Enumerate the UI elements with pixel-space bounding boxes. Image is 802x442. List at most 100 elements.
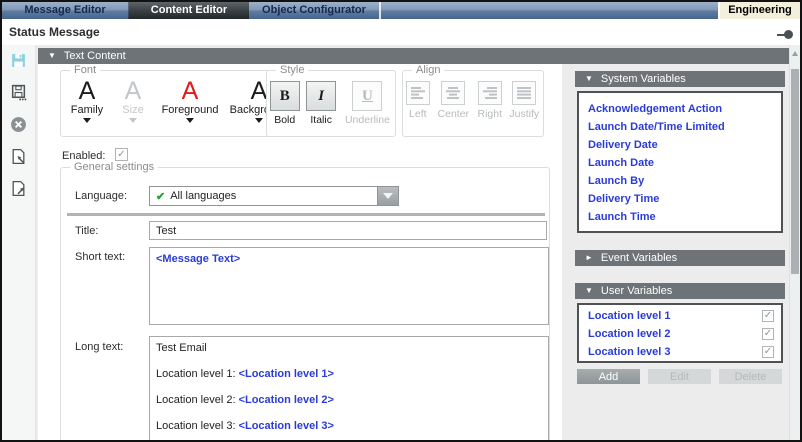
- align-left-icon: [411, 87, 425, 99]
- add-button[interactable]: Add: [577, 369, 640, 384]
- enabled-checkbox[interactable]: ✓: [115, 148, 128, 161]
- tab-object-configurator[interactable]: Object Configurator: [249, 2, 379, 19]
- short-text-area[interactable]: <Message Text>: [149, 247, 549, 325]
- short-text-label: Short text:: [75, 251, 125, 263]
- chevron-down-icon: [186, 118, 194, 123]
- export-button[interactable]: [10, 179, 28, 197]
- edit-button: Edit: [648, 369, 711, 384]
- system-variable-item[interactable]: Launch Time: [588, 208, 781, 226]
- font-family-button[interactable]: A Family: [61, 79, 113, 123]
- user-variables-header[interactable]: ▼ User Variables: [575, 283, 785, 299]
- editor-area: Font A Family A Size A Foreground: [38, 64, 562, 440]
- italic-icon[interactable]: I: [306, 81, 336, 111]
- system-variable-item[interactable]: Delivery Date: [588, 136, 781, 154]
- text-content-header[interactable]: ▼ Text Content: [38, 48, 789, 64]
- text-content-title: Text Content: [64, 50, 126, 62]
- style-group: Style B Bold I Italic U Underline: [266, 70, 396, 137]
- user-variables-title: User Variables: [601, 285, 672, 297]
- content-editor-window: Message Editor Content Editor Object Con…: [0, 0, 802, 442]
- user-variable-row: Location level 1 ✓: [579, 307, 781, 325]
- scrollbar-thumb[interactable]: [791, 69, 799, 274]
- title-label: Title:: [75, 225, 98, 237]
- system-variable-item[interactable]: Launch Date/Time Limited: [588, 118, 781, 136]
- system-variable-item[interactable]: Launch Date: [588, 154, 781, 172]
- user-variable-label[interactable]: Location level 1: [588, 307, 762, 325]
- left-tool-rail: [2, 45, 36, 440]
- cancel-button[interactable]: [10, 115, 28, 133]
- expand-triangle-icon: ►: [585, 254, 593, 262]
- green-check-icon: ✔: [156, 190, 165, 203]
- export-icon: [10, 180, 27, 197]
- user-variable-label[interactable]: Location level 2: [588, 325, 762, 343]
- import-button[interactable]: [10, 147, 28, 165]
- font-family-glyph: A: [79, 79, 96, 104]
- system-variables-header[interactable]: ▼ System Variables: [575, 71, 785, 87]
- check-icon: ✓: [764, 311, 772, 321]
- align-group-label: Align: [412, 64, 444, 77]
- user-variables-buttons: Add Edit Delete: [577, 369, 782, 384]
- long-text-line: Location level 1: <Location level 1>: [156, 368, 542, 381]
- font-size-glyph: A: [125, 79, 142, 104]
- language-dropdown[interactable]: ✔ All languages: [149, 186, 399, 206]
- variables-panel: ▼ System Variables Acknowledgement Actio…: [575, 64, 789, 440]
- user-variable-checkbox[interactable]: ✓: [762, 328, 774, 340]
- language-dropdown-button[interactable]: [377, 187, 398, 205]
- tab-content-editor[interactable]: Content Editor: [129, 2, 249, 19]
- status-row: Status Message: [2, 19, 800, 45]
- user-variable-checkbox[interactable]: ✓: [762, 346, 774, 358]
- title-input[interactable]: Test: [149, 221, 547, 240]
- user-variables-list: Location level 1 ✓ Location level 2 ✓ Lo…: [577, 303, 783, 363]
- font-family-label: Family: [71, 104, 103, 116]
- import-icon: [10, 148, 27, 165]
- align-left-label: Left: [409, 108, 427, 120]
- align-right-icon: [483, 87, 497, 99]
- long-text-area[interactable]: Test Email Location level 1: <Location l…: [149, 336, 549, 440]
- save-as-button[interactable]: [10, 83, 28, 101]
- event-variables-title: Event Variables: [601, 252, 677, 264]
- event-variables-header[interactable]: ► Event Variables: [575, 250, 785, 266]
- location-level-2-placeholder[interactable]: <Location level 2>: [239, 394, 334, 406]
- underline-button: U Underline: [340, 81, 395, 126]
- font-foreground-button[interactable]: A Foreground: [153, 79, 227, 123]
- bold-label: Bold: [274, 114, 295, 126]
- tab-engineering[interactable]: Engineering: [718, 2, 800, 19]
- location-level-1-placeholder[interactable]: <Location level 1>: [239, 368, 334, 380]
- italic-label: Italic: [310, 114, 332, 126]
- check-icon: ✓: [117, 150, 125, 160]
- underline-label: Underline: [345, 114, 390, 126]
- general-settings-label: General settings: [70, 161, 158, 174]
- align-left-button: Left: [403, 81, 433, 120]
- dropdown-arrow-icon: [383, 193, 393, 199]
- long-text-line: Location level 3: <Location level 3>: [156, 420, 542, 433]
- main-area: ▼ Text Content Font A Family A Size: [2, 45, 800, 440]
- vertical-scrollbar[interactable]: [789, 45, 800, 440]
- scroll-up-arrow-icon[interactable]: [792, 48, 798, 56]
- chevron-down-icon: [129, 118, 137, 123]
- user-variable-row: Location level 3 ✓: [579, 343, 781, 361]
- underline-icon: U: [352, 81, 382, 111]
- bold-button[interactable]: B Bold: [267, 81, 302, 126]
- system-variable-item[interactable]: Launch By: [588, 172, 781, 190]
- tab-separator: [379, 2, 381, 19]
- save-button[interactable]: [10, 51, 28, 69]
- style-group-label: Style: [276, 64, 308, 77]
- tab-message-editor[interactable]: Message Editor: [2, 2, 128, 19]
- font-size-button: A Size: [113, 79, 153, 123]
- user-variable-label[interactable]: Location level 3: [588, 343, 762, 361]
- pin-icon[interactable]: [777, 30, 793, 39]
- location-level-3-placeholder[interactable]: <Location level 3>: [239, 420, 334, 432]
- language-label: Language:: [75, 190, 127, 202]
- user-variable-checkbox[interactable]: ✓: [762, 310, 774, 322]
- bold-icon[interactable]: B: [270, 81, 300, 111]
- align-center-label: Center: [438, 108, 470, 120]
- long-text-line: Test Email: [156, 342, 542, 355]
- font-size-label: Size: [122, 104, 143, 116]
- system-variable-item[interactable]: Delivery Time: [588, 190, 781, 208]
- align-center-button: Center: [433, 81, 474, 120]
- system-variable-item[interactable]: Acknowledgement Action: [588, 100, 781, 118]
- font-group-label: Font: [70, 64, 100, 77]
- align-right-button: Right: [474, 81, 506, 120]
- italic-button[interactable]: I Italic: [302, 81, 339, 126]
- message-text-placeholder[interactable]: <Message Text>: [156, 253, 240, 265]
- long-text-label: Long text:: [75, 341, 123, 353]
